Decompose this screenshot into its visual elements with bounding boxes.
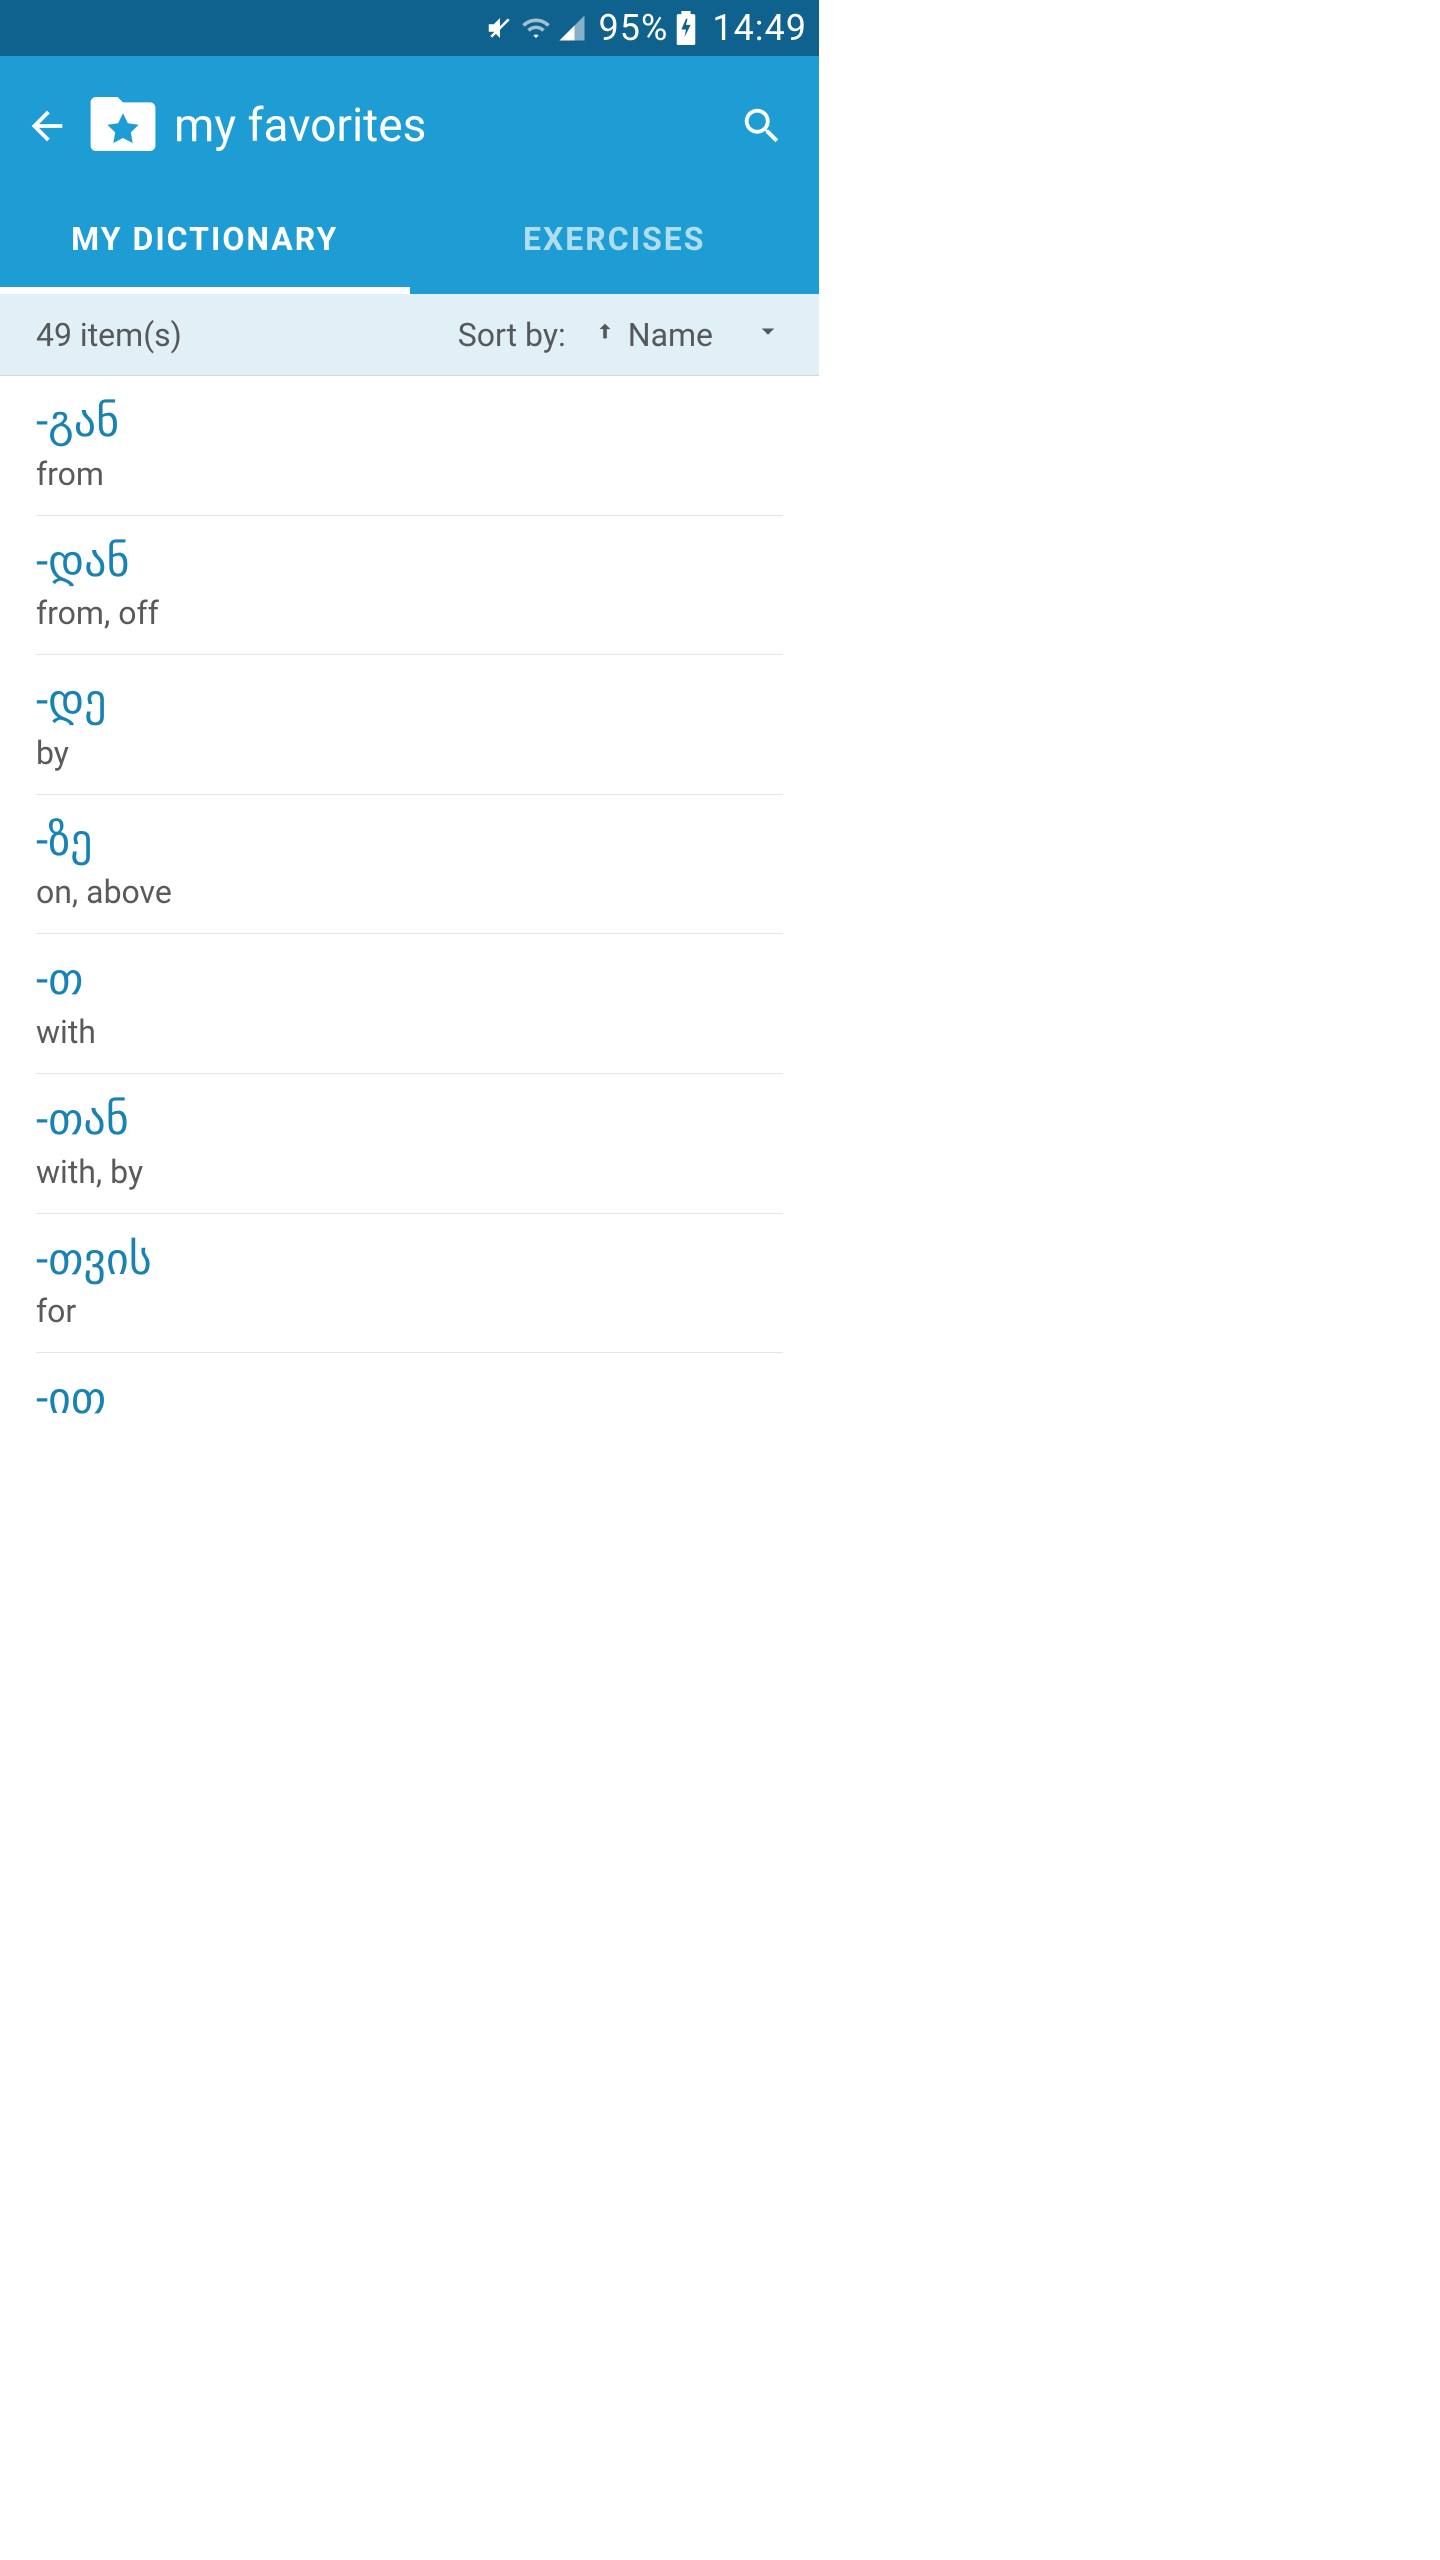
wifi-icon (521, 13, 551, 43)
list-item[interactable]: -თ with (36, 934, 783, 1074)
translation: for (36, 1292, 783, 1330)
app-bar: my favorites MY DICTIONARY EXERCISES (0, 56, 819, 294)
word: -ით (36, 1373, 783, 1424)
translation: from (36, 455, 783, 493)
word: -დე (36, 675, 783, 726)
tabs: MY DICTIONARY EXERCISES (0, 184, 819, 294)
translation: with, by (36, 1153, 783, 1191)
word: -ზე (36, 815, 783, 866)
translation: by (36, 734, 783, 772)
chevron-down-icon (753, 316, 783, 346)
tab-exercises[interactable]: EXERCISES (410, 184, 820, 294)
translation: with (36, 1013, 783, 1051)
sort-dropdown[interactable] (753, 316, 783, 354)
translation: from, off (36, 594, 783, 632)
list-item[interactable]: -დან from, off (36, 516, 783, 656)
word: -დან (36, 536, 783, 587)
back-button[interactable] (12, 91, 82, 161)
translation: on, above (36, 873, 783, 911)
sort-field-name: Name (628, 316, 713, 354)
arrow-left-icon (24, 103, 70, 149)
list-item[interactable]: -ით (36, 1353, 783, 1454)
sort-bar: 49 item(s) Sort by: Name (0, 294, 819, 376)
search-button[interactable] (727, 91, 797, 161)
battery-percent: 95% (599, 7, 669, 49)
word: -თვის (36, 1234, 783, 1285)
word: -თ (36, 954, 783, 1005)
list-item[interactable]: -გან from (36, 376, 783, 516)
search-icon (739, 103, 785, 149)
sort-direction-icon (594, 316, 616, 354)
list-item[interactable]: -ზე on, above (36, 795, 783, 935)
clock: 14:49 (712, 7, 807, 49)
favorites-folder-icon (90, 97, 156, 155)
mute-icon (485, 13, 515, 43)
page-title: my favorites (174, 99, 727, 153)
word: -თან (36, 1094, 783, 1145)
word: -გან (36, 396, 783, 447)
battery-charging-icon (676, 11, 696, 45)
sort-by-label: Sort by: (458, 316, 566, 354)
cell-signal-icon (557, 13, 587, 43)
status-icons: 95% 14:49 (485, 7, 808, 49)
dictionary-list: -გან from -დან from, off -დე by -ზე on, … (0, 376, 819, 1454)
sort-field-button[interactable]: Name (594, 316, 713, 354)
list-item[interactable]: -თან with, by (36, 1074, 783, 1214)
item-count: 49 item(s) (36, 316, 458, 354)
list-item[interactable]: -დე by (36, 655, 783, 795)
tab-my-dictionary[interactable]: MY DICTIONARY (0, 184, 410, 294)
status-bar: 95% 14:49 (0, 0, 819, 56)
list-item[interactable]: -თვის for (36, 1214, 783, 1354)
